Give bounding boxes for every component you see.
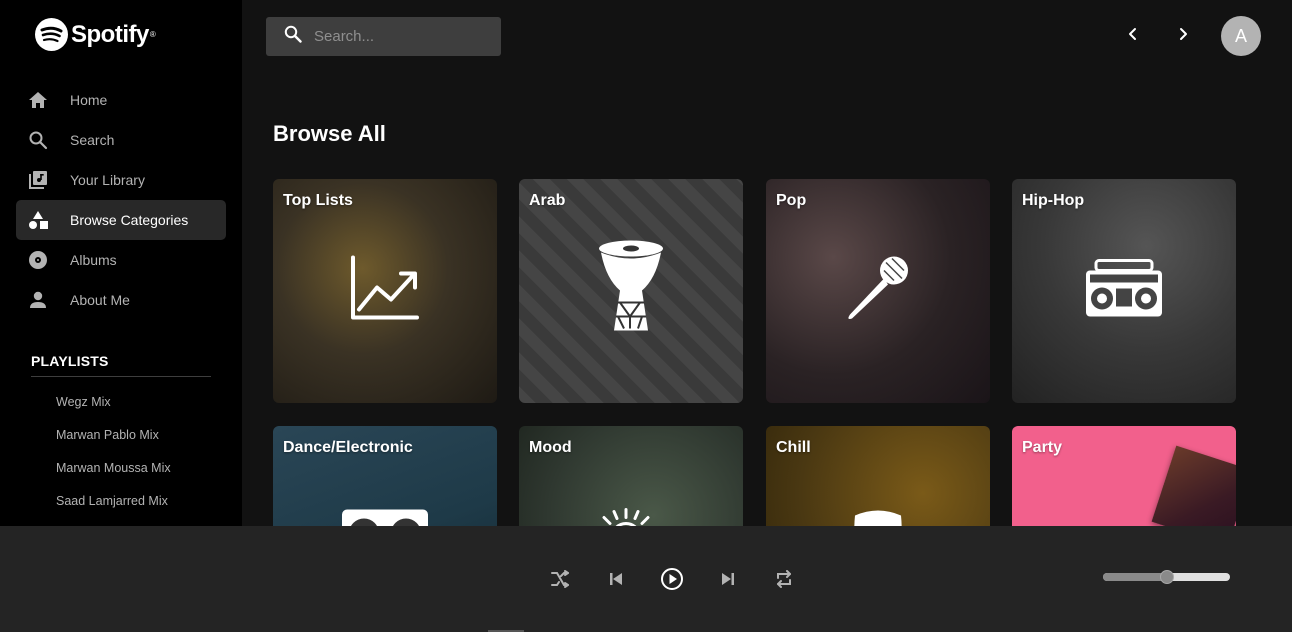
playlist-item[interactable]: Marwan Pablo Mix	[56, 428, 171, 461]
sidebar-item-label: Browse Categories	[70, 212, 189, 228]
category-card-top-lists[interactable]: Top Lists	[273, 179, 497, 403]
category-card-arab[interactable]: Arab	[519, 179, 743, 403]
playlist-item[interactable]: Wegz Mix	[56, 395, 171, 428]
next-button[interactable]	[715, 568, 741, 594]
category-card-chill[interactable]: Chill	[766, 426, 990, 526]
repeat-button[interactable]	[771, 568, 797, 594]
play-button[interactable]	[659, 567, 685, 596]
sidebar-item-label: Home	[70, 92, 108, 108]
armchair-icon	[843, 506, 913, 526]
category-card-label: Chill	[776, 439, 811, 456]
playlists-divider	[31, 376, 211, 377]
search-input[interactable]	[314, 28, 484, 45]
shapes-icon	[28, 210, 48, 230]
page-title: Browse All	[273, 121, 386, 146]
category-card-label: Arab	[529, 192, 566, 209]
main-content: A Browse All Top Lists Arab Pop Hip-Hop …	[242, 0, 1292, 526]
category-card-label: Hip-Hop	[1022, 192, 1085, 209]
playlist-item[interactable]: Marwan Moussa Mix	[56, 461, 171, 494]
repeat-icon	[774, 569, 794, 593]
library-icon	[28, 170, 48, 190]
trending-up-icon	[349, 255, 421, 327]
playlist-list: Wegz Mix Marwan Pablo Mix Marwan Moussa …	[56, 395, 171, 526]
person-icon	[28, 290, 48, 310]
category-card-label: Top Lists	[283, 192, 353, 209]
sidebar-item-browse-categories[interactable]: Browse Categories	[16, 200, 226, 240]
skip-previous-icon	[608, 571, 624, 592]
sidebar-item-label: About Me	[70, 292, 130, 308]
sidebar-item-label: Albums	[70, 252, 117, 268]
search-bar[interactable]	[266, 17, 501, 56]
skip-next-icon	[720, 571, 736, 592]
category-card-label: Dance/Electronic	[283, 439, 413, 456]
play-icon	[660, 567, 684, 596]
chevron-left-icon	[1127, 27, 1139, 46]
sidebar-item-library[interactable]: Your Library	[16, 160, 226, 200]
category-card-pop[interactable]: Pop	[766, 179, 990, 403]
shuffle-icon	[550, 569, 570, 593]
volume-level	[1103, 573, 1167, 581]
sidebar: Spotify ® Home Search Your Library Browse…	[0, 0, 242, 526]
home-icon	[28, 90, 48, 110]
previous-button[interactable]	[603, 568, 629, 594]
playlist-item[interactable]: Saad Lamjarred Mix	[56, 494, 171, 526]
category-card-party[interactable]: Party	[1012, 426, 1236, 526]
category-card-dance-electronic[interactable]: Dance/Electronic	[273, 426, 497, 526]
boombox-icon	[1084, 259, 1164, 324]
chevron-right-icon	[1177, 27, 1189, 46]
search-icon	[284, 25, 302, 48]
disc-icon	[28, 250, 48, 270]
spotify-logo[interactable]: Spotify ®	[35, 18, 156, 51]
microphone-icon	[842, 253, 914, 330]
category-card-label: Pop	[776, 192, 807, 209]
spotify-logo-text: Spotify	[71, 20, 149, 48]
sidebar-item-label: Your Library	[70, 172, 145, 188]
back-button[interactable]	[1121, 24, 1145, 48]
category-card-label: Mood	[529, 439, 572, 456]
turntables-icon	[340, 506, 430, 526]
sidebar-item-albums[interactable]: Albums	[16, 240, 226, 280]
playlists-heading: PLAYLISTS	[31, 353, 109, 369]
sidebar-nav: Home Search Your Library Browse Categori…	[16, 80, 226, 320]
sun-cloud-icon	[586, 506, 676, 526]
user-avatar[interactable]: A	[1221, 16, 1261, 56]
volume-slider[interactable]	[1103, 570, 1230, 584]
registered-mark: ®	[149, 30, 156, 39]
search-icon	[28, 130, 48, 150]
category-card-hip-hop[interactable]: Hip-Hop	[1012, 179, 1236, 403]
sidebar-item-search[interactable]: Search	[16, 120, 226, 160]
category-card-label: Party	[1022, 439, 1063, 456]
volume-handle[interactable]	[1159, 570, 1174, 584]
sidebar-item-home[interactable]: Home	[16, 80, 226, 120]
category-card-mood[interactable]: Mood	[519, 426, 743, 526]
shuffle-button[interactable]	[547, 568, 573, 594]
album-art-icon	[1151, 445, 1236, 526]
player-bar	[0, 526, 1292, 632]
sidebar-item-about-me[interactable]: About Me	[16, 280, 226, 320]
forward-button[interactable]	[1171, 24, 1195, 48]
spotify-logo-icon	[35, 18, 68, 51]
darbuka-drum-icon	[596, 239, 666, 344]
sidebar-item-label: Search	[70, 132, 115, 148]
